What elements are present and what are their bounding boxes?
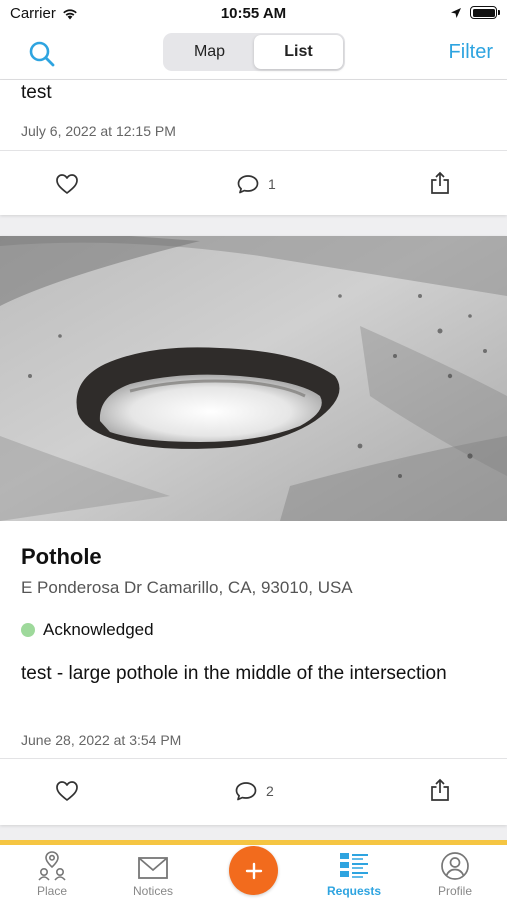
requests-list-icon (340, 853, 368, 878)
view-toggle: Map List (163, 33, 345, 71)
tab-profile[interactable]: Profile (410, 848, 500, 898)
comment-count: 1 (268, 176, 276, 192)
comment-count: 2 (266, 783, 274, 799)
add-request-button[interactable] (229, 846, 278, 895)
share-icon (431, 171, 449, 194)
tab-requests-label: Requests (326, 884, 382, 898)
request-card[interactable]: test July 6, 2022 at 12:15 PM 1 (0, 80, 507, 215)
plus-icon (245, 862, 262, 879)
battery-icon (470, 6, 500, 19)
status-label: Acknowledged (43, 620, 154, 639)
like-button[interactable] (55, 780, 79, 802)
heart-icon (56, 781, 78, 801)
nav-bar: Map List Filter (0, 28, 507, 80)
map-segment[interactable]: Map (165, 35, 254, 69)
tab-notices-label: Notices (132, 884, 173, 898)
pothole-photo (0, 236, 507, 521)
request-address: E Ponderosa Dr Camarillo, CA, 93010, USA (21, 578, 353, 597)
divider (0, 758, 507, 759)
comment-icon (237, 175, 259, 194)
clock: 10:55 AM (220, 5, 287, 22)
status-badge: Acknowledged (21, 620, 154, 640)
share-button[interactable] (429, 171, 451, 195)
request-description: test (21, 82, 52, 103)
like-button[interactable] (55, 173, 79, 195)
request-description: test - large pothole in the middle of th… (21, 663, 447, 684)
tab-place[interactable]: Place (7, 848, 97, 898)
status-bar: Carrier 10:55 AM (0, 0, 507, 28)
tab-requests[interactable]: Requests (309, 848, 399, 898)
profile-icon (441, 852, 469, 880)
comment-button[interactable]: 1 (236, 173, 276, 195)
request-title: Pothole (21, 544, 102, 569)
place-icon (38, 851, 66, 881)
search-icon (29, 41, 55, 67)
tab-place-label: Place (36, 884, 68, 898)
share-icon (431, 778, 449, 801)
share-button[interactable] (429, 778, 451, 802)
comment-icon (235, 782, 257, 801)
request-photo[interactable] (0, 236, 507, 521)
tab-notices[interactable]: Notices (108, 848, 198, 898)
comment-button[interactable]: 2 (234, 780, 274, 802)
tab-profile-label: Profile (437, 884, 472, 898)
request-date: July 6, 2022 at 12:15 PM (21, 123, 176, 139)
divider (0, 150, 507, 151)
status-dot (21, 623, 35, 637)
list-segment[interactable]: List (254, 35, 343, 69)
filter-button[interactable]: Filter (449, 41, 493, 64)
request-card[interactable]: Pothole E Ponderosa Dr Camarillo, CA, 93… (0, 236, 507, 825)
search-button[interactable] (27, 39, 57, 69)
location-arrow-icon (451, 7, 461, 18)
request-date: June 28, 2022 at 3:54 PM (21, 732, 182, 748)
envelope-icon (138, 857, 168, 879)
heart-icon (56, 174, 78, 194)
